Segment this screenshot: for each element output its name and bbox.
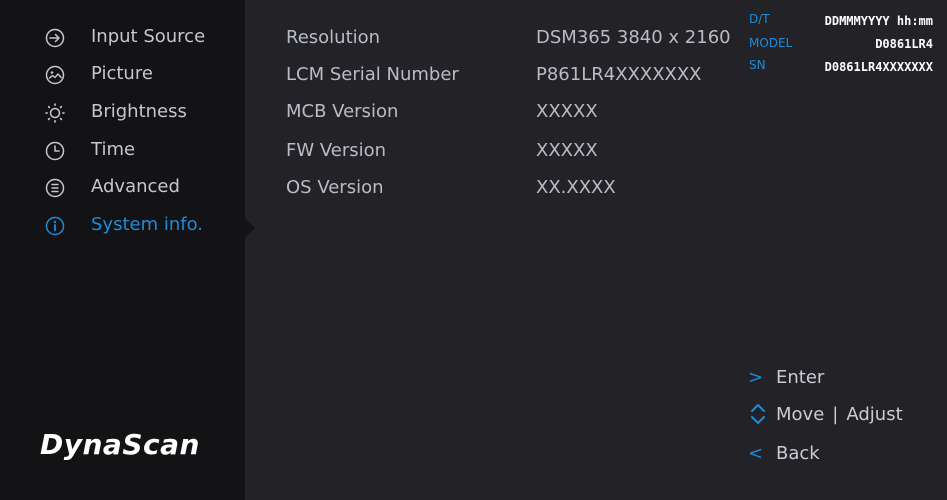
hint-separator: | xyxy=(832,403,839,425)
brand-logo: DynaScan xyxy=(40,428,200,461)
os-version-label: OS Version xyxy=(286,177,384,198)
menu-item-label: Picture xyxy=(91,63,153,84)
back-hint: < Back xyxy=(748,442,820,464)
menu-item-label: Advanced xyxy=(91,176,180,197)
up-down-arrows-icon xyxy=(751,404,765,424)
mcb-version-label: MCB Version xyxy=(286,101,399,122)
dt-key: D/T xyxy=(749,12,770,26)
sn-value: D0861LR4XXXXXXX xyxy=(824,60,933,74)
chevron-left-icon: < xyxy=(748,442,764,464)
resolution-label: Resolution xyxy=(286,27,381,48)
menu-item-label: Time xyxy=(91,139,136,160)
menu-item-label: System info. xyxy=(91,214,204,235)
advanced-icon xyxy=(45,178,65,198)
lcm-serial-label: LCM Serial Number xyxy=(286,64,459,85)
fw-version-label: FW Version xyxy=(286,140,387,161)
chevron-right-icon: > xyxy=(748,366,764,388)
menu-item-label: Input Source xyxy=(91,26,206,47)
move-label: Move xyxy=(776,403,825,425)
osd-sidebar: Input Source Picture Brightness Time Adv… xyxy=(0,0,245,500)
move-adjust-hint: Move | Adjust xyxy=(748,403,903,425)
enter-label: Enter xyxy=(776,366,825,388)
enter-hint: > Enter xyxy=(748,366,824,388)
lcm-serial-value: P861LR4XXXXXXX xyxy=(536,64,702,85)
sn-key: SN xyxy=(749,58,766,72)
dt-value: DDMMMYYYY hh:mm xyxy=(824,14,933,28)
clock-icon xyxy=(45,141,65,161)
picture-icon xyxy=(45,65,65,85)
os-version-value: XX.XXXX xyxy=(536,177,616,198)
back-label: Back xyxy=(776,442,820,464)
menu-item-label: Brightness xyxy=(91,101,187,122)
fw-version-value: XXXXX xyxy=(536,140,598,161)
input-source-icon xyxy=(45,28,65,48)
adjust-label: Adjust xyxy=(846,403,903,425)
model-key: MODEL xyxy=(749,36,793,50)
info-icon xyxy=(45,216,65,236)
resolution-value: DSM365 3840 x 2160 xyxy=(536,27,731,48)
brightness-icon xyxy=(45,103,65,123)
active-menu-pointer xyxy=(245,218,255,238)
model-value: D0861LR4 xyxy=(875,37,933,51)
mcb-version-value: XXXXX xyxy=(536,101,598,122)
